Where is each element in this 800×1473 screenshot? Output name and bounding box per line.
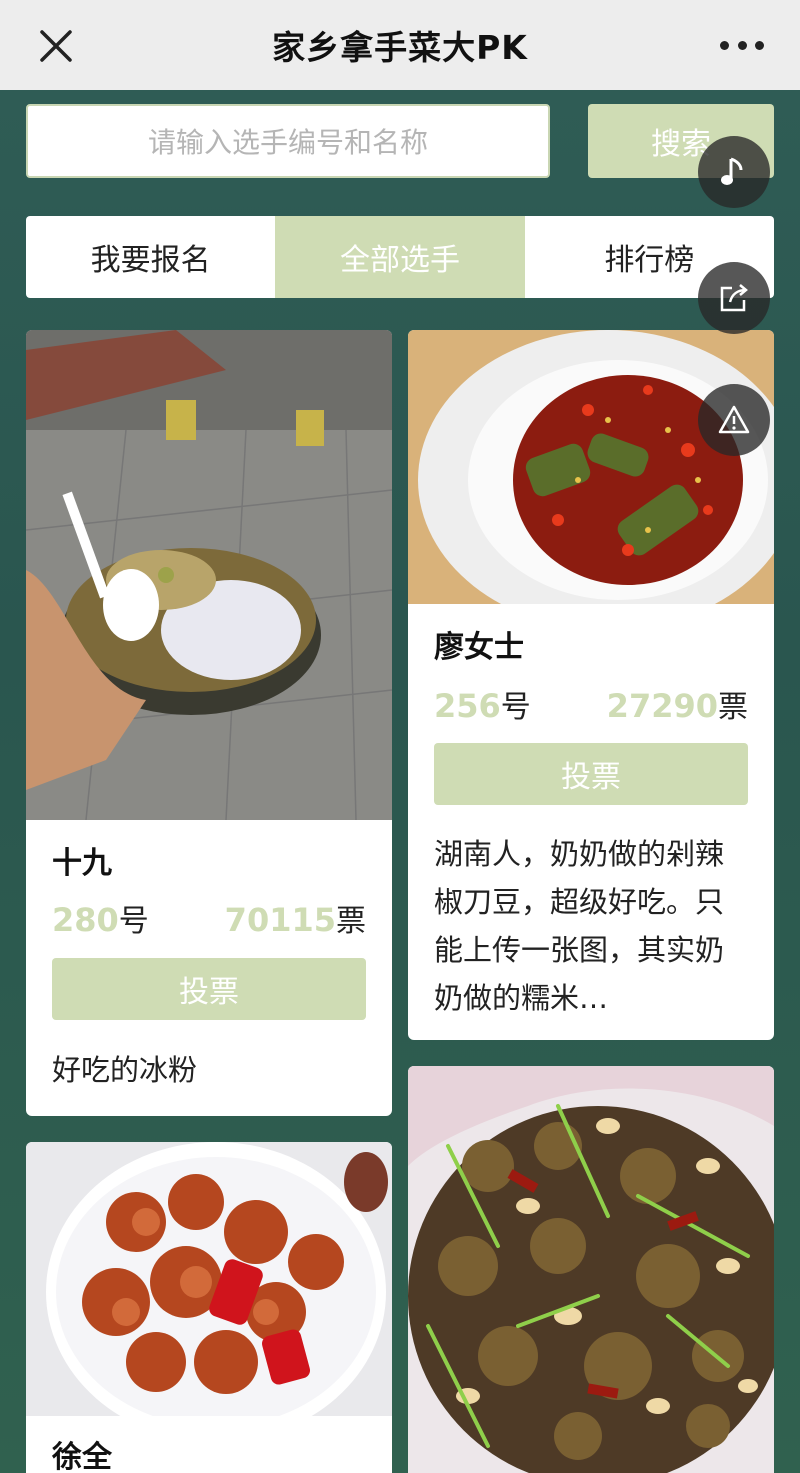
warning-icon[interactable] <box>698 384 770 456</box>
vote-button[interactable]: 投票 <box>434 743 748 805</box>
dish-photo <box>408 330 774 604</box>
vote-count: 70115票 <box>224 901 366 939</box>
contestant-description: 湖南人，奶奶做的剁辣椒刀豆，超级好吃。只能上传一张图，其实奶奶做的糯米… <box>434 837 725 1015</box>
top-bar: 家乡拿手菜大PK <box>0 0 800 90</box>
vote-count: 27290票 <box>606 687 748 725</box>
search-input[interactable]: 请输入选手编号和名称 <box>26 104 550 178</box>
contestant-number: 280号 <box>52 901 149 939</box>
contestant-name: 徐全 <box>52 1440 112 1473</box>
vote-button[interactable]: 投票 <box>52 958 366 1020</box>
dish-photo <box>408 1066 774 1473</box>
close-icon[interactable] <box>36 26 76 66</box>
music-note-icon[interactable] <box>698 136 770 208</box>
tab-all-contestants[interactable]: 全部选手 <box>275 216 525 298</box>
contestant-card[interactable]: 十九 280号 70115票 投票 好吃的冰粉 <box>26 330 392 1116</box>
tab-bar: 我要报名 全部选手 排行榜 <box>26 216 774 298</box>
contestant-description: 好吃的冰粉 <box>52 1053 198 1087</box>
more-icon[interactable] <box>720 30 764 60</box>
share-icon[interactable] <box>698 262 770 334</box>
page-title: 家乡拿手菜大PK <box>272 28 528 67</box>
contestant-name: 廖女士 <box>434 630 524 665</box>
dish-photo <box>26 1142 392 1416</box>
contestant-number: 256号 <box>434 687 531 725</box>
dish-photo <box>26 330 392 820</box>
contestant-card[interactable] <box>408 1066 774 1473</box>
contestant-name: 十九 <box>52 846 112 881</box>
tab-register[interactable]: 我要报名 <box>26 216 275 298</box>
contestant-card[interactable]: 徐全 <box>26 1142 392 1473</box>
